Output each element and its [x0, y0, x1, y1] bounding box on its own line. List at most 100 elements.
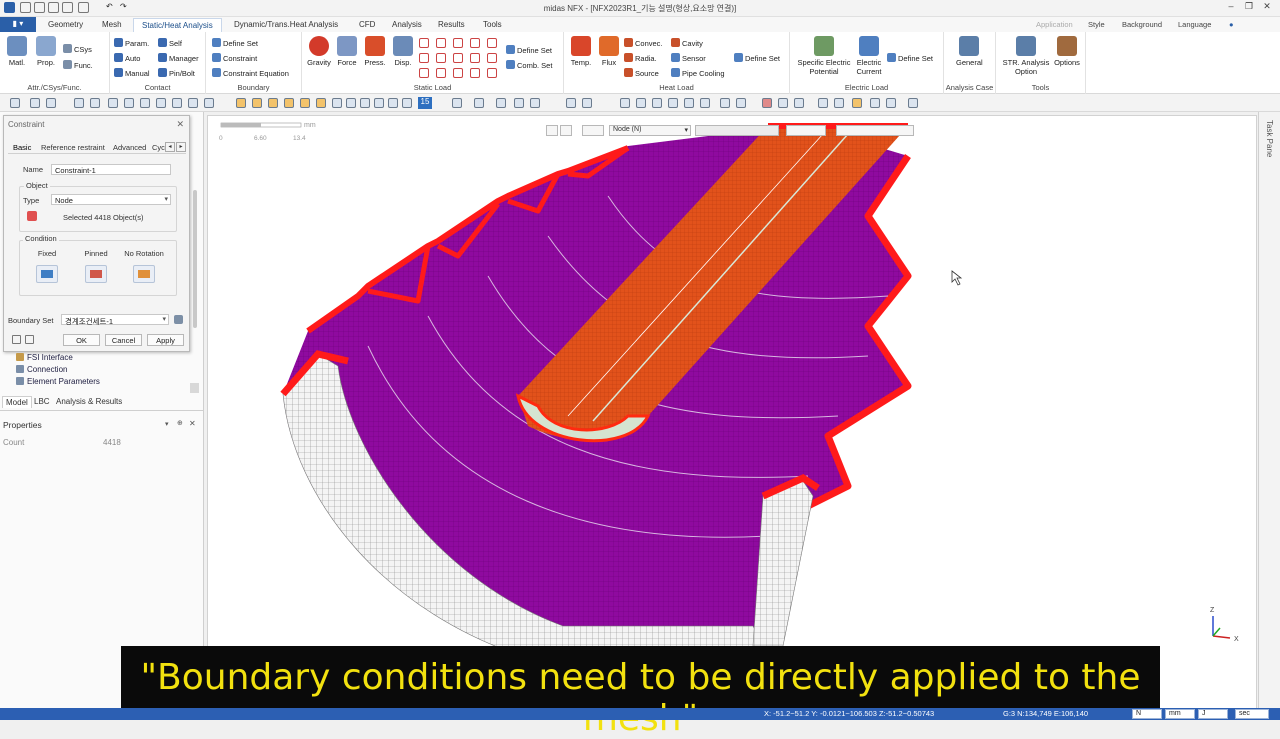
tab-dynamic-trans-heat[interactable]: Dynamic/Trans.Heat Analysis	[226, 18, 346, 32]
type-select[interactable]: Node ▾	[51, 194, 171, 205]
contact-param-button[interactable]: Param.	[114, 38, 149, 48]
options-button[interactable]: Options	[1052, 36, 1082, 67]
load-tool-icon[interactable]	[419, 68, 429, 78]
tab-scroll-right-icon[interactable]: ▸	[176, 142, 186, 152]
specific-electric-potential-button[interactable]: Specific Electric Potential	[794, 36, 854, 76]
clip-icon[interactable]	[566, 98, 576, 108]
load-tool-icon[interactable]	[470, 38, 480, 48]
node-display-icon[interactable]	[636, 98, 646, 108]
contact-pinbolt-button[interactable]: Pin/Bolt	[158, 68, 195, 78]
display-icon[interactable]	[452, 98, 462, 108]
load-tool-icon[interactable]	[436, 38, 446, 48]
load-tool-icon[interactable]	[487, 53, 497, 63]
view-right-icon[interactable]	[284, 98, 294, 108]
tree-item-element-parameters[interactable]: Element Parameters	[16, 377, 100, 385]
load-tool-icon[interactable]	[453, 68, 463, 78]
length-unit-select[interactable]: mm	[1165, 709, 1195, 719]
label-icon[interactable]	[684, 98, 694, 108]
restore-icon[interactable]: ❐	[1241, 1, 1257, 15]
tab-cfd[interactable]: CFD	[351, 18, 383, 32]
constraint-equation-button[interactable]: Constraint Equation	[212, 68, 289, 78]
mesh-display-icon[interactable]	[620, 98, 630, 108]
query-icon[interactable]	[720, 98, 730, 108]
properties-pin-icon[interactable]: ⊕	[177, 419, 183, 427]
application-menu[interactable]: Application	[1036, 20, 1073, 29]
tool-icon[interactable]	[870, 98, 880, 108]
boundary-set-select[interactable]: 경계조건세트-1 ▾	[61, 314, 169, 326]
load-tool-icon[interactable]	[453, 53, 463, 63]
convection-button[interactable]: Convec.	[624, 38, 663, 48]
boundary-define-set-button[interactable]: Define Set	[212, 38, 258, 48]
load-tool-icon[interactable]	[436, 68, 446, 78]
radiation-button[interactable]: Radia.	[624, 53, 657, 63]
bc-display-icon[interactable]	[762, 98, 772, 108]
model-viewport[interactable]: mm 0 6.60 13.4 Z X Node (N) ▾	[207, 115, 1257, 710]
properties-close-icon[interactable]: ✕	[189, 419, 196, 428]
view-top-icon[interactable]	[300, 98, 310, 108]
hide-icon[interactable]	[514, 98, 524, 108]
no-rotation-condition-button[interactable]	[133, 265, 155, 283]
zoom-fit-icon[interactable]	[108, 98, 118, 108]
electric-define-set-button[interactable]: Define Set	[887, 53, 933, 63]
pipe-cooling-button[interactable]: Pipe Cooling	[671, 68, 725, 78]
element-display-icon[interactable]	[652, 98, 662, 108]
contact-manual-button[interactable]: Manual	[114, 68, 150, 78]
load-tool-icon[interactable]	[470, 53, 480, 63]
check-icon[interactable]	[834, 98, 844, 108]
apply-button[interactable]: Apply	[147, 334, 184, 346]
tab-tools[interactable]: Tools	[475, 18, 510, 32]
tab-analysis[interactable]: Analysis	[384, 18, 430, 32]
show-icon[interactable]	[530, 98, 540, 108]
load-tool-icon[interactable]	[436, 53, 446, 63]
tree-icon[interactable]	[818, 98, 828, 108]
static-define-set-button[interactable]: Define Set	[506, 45, 552, 55]
pan-icon[interactable]	[156, 98, 166, 108]
measure-icon[interactable]	[700, 98, 710, 108]
str-analysis-option-button[interactable]: STR. Analysis Option	[1002, 36, 1050, 76]
tab-advanced[interactable]: Advanced	[113, 143, 146, 152]
select-filter2-icon[interactable]	[560, 125, 572, 136]
displacement-button[interactable]: Disp.	[390, 36, 416, 67]
arrow-up-icon[interactable]	[360, 98, 370, 108]
reset-icon[interactable]	[25, 335, 34, 344]
transparency-icon[interactable]	[496, 98, 506, 108]
sensor-button[interactable]: Sensor	[671, 53, 706, 63]
zoom-out-icon[interactable]	[140, 98, 150, 108]
selection-tools-icon[interactable]	[836, 125, 914, 136]
gravity-button[interactable]: Gravity	[306, 36, 332, 67]
view-left-icon[interactable]	[268, 98, 278, 108]
load-tool-icon[interactable]	[487, 68, 497, 78]
tab-static-heat-analysis[interactable]: Static/Heat Analysis	[133, 18, 222, 32]
arrow-right-icon[interactable]	[346, 98, 356, 108]
pick-icon[interactable]	[46, 98, 56, 108]
style-menu[interactable]: Style	[1088, 20, 1105, 29]
comb-set-button[interactable]: Comb. Set	[506, 60, 552, 70]
heat-define-set-button[interactable]: Define Set	[734, 53, 780, 63]
rotate-icon[interactable]	[172, 98, 182, 108]
tab-scroll-left-icon[interactable]: ◂	[165, 142, 175, 152]
task-pane[interactable]: Task Pane	[1258, 112, 1280, 708]
pressure-button[interactable]: Press.	[362, 36, 388, 67]
tab-reference-restraint[interactable]: Reference restraint	[41, 143, 105, 152]
function-button[interactable]: Func.	[63, 60, 93, 70]
tree-scroll-thumb[interactable]	[190, 383, 199, 393]
load-tool-icon[interactable]	[419, 38, 429, 48]
shading-icon[interactable]	[474, 98, 484, 108]
pointer-mode-icon[interactable]	[582, 125, 604, 136]
file-menu-button[interactable]: ▮ ▾	[0, 17, 36, 32]
tab-geometry[interactable]: Geometry	[40, 18, 91, 32]
pick-tools-icon[interactable]	[786, 125, 826, 136]
temperature-button[interactable]: Temp.	[568, 36, 594, 67]
property-button[interactable]: Prop.	[33, 36, 59, 67]
load-tool-icon[interactable]	[487, 38, 497, 48]
energy-unit-select[interactable]: J	[1198, 709, 1228, 719]
tab-results[interactable]: Results	[430, 18, 473, 32]
pen-icon[interactable]	[908, 98, 918, 108]
help-icon[interactable]: ●	[1229, 20, 1234, 29]
view-back-icon[interactable]	[252, 98, 262, 108]
arrow-diag2-icon[interactable]	[402, 98, 412, 108]
cavity-button[interactable]: Cavity	[671, 38, 703, 48]
zoom-icon[interactable]	[74, 98, 84, 108]
grid-icon[interactable]	[188, 98, 198, 108]
arrow-left-icon[interactable]	[332, 98, 342, 108]
